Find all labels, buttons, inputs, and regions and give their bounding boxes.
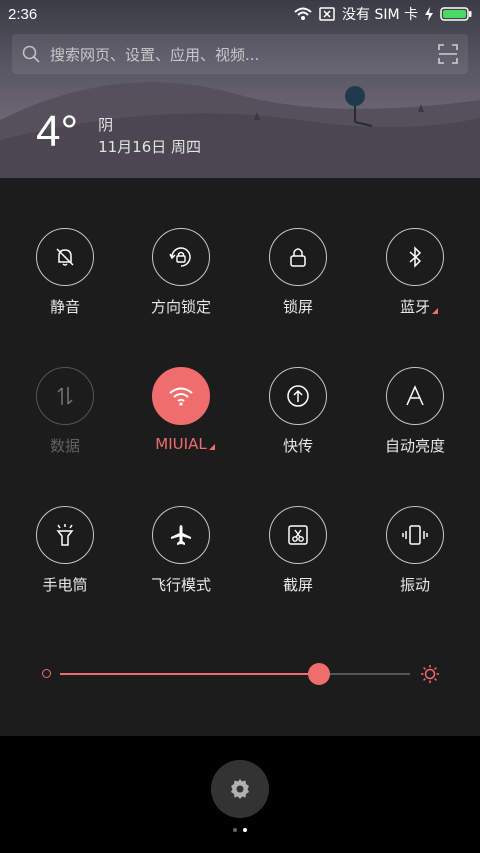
- toggle-quick-share-button[interactable]: [269, 367, 327, 425]
- toggle-mobile-data[interactable]: 数据: [15, 367, 115, 456]
- toggle-wifi[interactable]: MIUIAL: [131, 367, 231, 453]
- page-dot-active: [243, 828, 247, 832]
- toggle-rotation-lock-button[interactable]: [152, 228, 210, 286]
- expand-indicator: [208, 444, 215, 450]
- toggle-auto-brightness-button[interactable]: [386, 367, 444, 425]
- panel-footer: [0, 736, 480, 853]
- toggle-flashlight[interactable]: 手电筒: [15, 506, 115, 595]
- toggle-vibrate-label: 振动: [399, 576, 430, 594]
- brightness-fill: [60, 673, 319, 675]
- search-icon: [22, 45, 40, 63]
- weather-date: 11月16日 周四: [98, 138, 202, 156]
- toggle-bluetooth-text: 蓝牙: [399, 298, 430, 316]
- toggle-quick-share-label: 快传: [282, 437, 313, 455]
- toggle-bluetooth-button[interactable]: [386, 228, 444, 286]
- toggle-lock-screen-label: 锁屏: [282, 298, 313, 316]
- charging-icon: [425, 7, 433, 21]
- brightness-thumb[interactable]: [308, 663, 330, 685]
- page-dot: [233, 828, 237, 832]
- toggle-bluetooth[interactable]: 蓝牙: [365, 228, 465, 317]
- screenshot-icon: [288, 525, 308, 545]
- mobile-data-icon: [57, 387, 73, 405]
- rotation-lock-icon: [169, 247, 191, 267]
- notification-header: 2:36 没有 SIM 卡 搜索网页、设置、应用、视频... 4° 阴 11月1…: [0, 0, 480, 178]
- status-bar: 2:36 没有 SIM 卡: [0, 0, 480, 28]
- brightness-track[interactable]: [60, 663, 410, 685]
- expand-indicator: [432, 308, 438, 314]
- brightness-high-icon: [421, 665, 439, 683]
- toggle-screenshot-button[interactable]: [269, 506, 327, 564]
- quick-settings-panel: 静音 方向锁定 锁屏 蓝牙 数据 MIUIAL 快传 自动亮度 手电筒 飞行模式…: [0, 178, 480, 736]
- toggle-screenshot[interactable]: 截屏: [248, 506, 348, 595]
- toggle-flashlight-button[interactable]: [36, 506, 94, 564]
- weather-condition: 阴: [98, 116, 114, 134]
- bell-off-icon: [56, 248, 74, 266]
- weather-widget[interactable]: 4° 阴 11月16日 周四: [36, 108, 201, 158]
- toggle-mobile-data-label: 数据: [49, 437, 80, 455]
- toggle-auto-brightness-label: 自动亮度: [384, 437, 445, 455]
- toggle-lock-screen-button[interactable]: [269, 228, 327, 286]
- airplane-icon: [171, 525, 191, 545]
- bluetooth-icon: [409, 246, 422, 268]
- toggle-silent-label: 静音: [49, 298, 80, 316]
- search-input[interactable]: 搜索网页、设置、应用、视频...: [50, 44, 259, 65]
- gear-icon: [231, 779, 249, 799]
- scan-qr-icon[interactable]: [438, 44, 458, 64]
- upload-icon: [287, 385, 309, 407]
- wifi-icon: [169, 387, 193, 406]
- battery-icon: [440, 7, 472, 21]
- toggle-silent-button[interactable]: [36, 228, 94, 286]
- toggle-quick-share[interactable]: 快传: [248, 367, 348, 456]
- toggle-vibrate[interactable]: 振动: [365, 506, 465, 595]
- status-time: 2:36: [8, 5, 38, 23]
- toggle-wifi-button[interactable]: [152, 367, 210, 425]
- no-sim-icon: [319, 7, 335, 21]
- brightness-slider[interactable]: [40, 662, 440, 686]
- search-bar[interactable]: 搜索网页、设置、应用、视频...: [12, 34, 468, 74]
- toggle-mobile-data-button[interactable]: [36, 367, 94, 425]
- toggle-auto-brightness[interactable]: 自动亮度: [365, 367, 465, 456]
- weather-temperature: 4°: [36, 107, 79, 156]
- toggle-bluetooth-label: 蓝牙: [399, 296, 438, 317]
- lock-icon: [290, 248, 306, 267]
- flashlight-icon: [56, 524, 74, 546]
- toggle-wifi-network-name: MIUIAL: [155, 435, 207, 453]
- toggle-rotation-lock-label: 方向锁定: [150, 298, 211, 316]
- toggle-rotation-lock[interactable]: 方向锁定: [131, 228, 231, 317]
- auto-brightness-icon: [406, 385, 424, 406]
- vibrate-icon: [402, 525, 428, 545]
- carrier-text: 没有 SIM 卡: [342, 7, 418, 23]
- toggle-airplane-mode-label: 飞行模式: [150, 576, 211, 594]
- toggle-vibrate-button[interactable]: [386, 506, 444, 564]
- toggle-airplane-mode[interactable]: 飞行模式: [131, 506, 231, 595]
- page-indicator: [0, 828, 480, 832]
- settings-button[interactable]: [211, 760, 269, 818]
- toggle-wifi-label: MIUIAL: [155, 435, 215, 453]
- toggle-lock-screen[interactable]: 锁屏: [248, 228, 348, 317]
- wifi-status-icon: [294, 7, 312, 20]
- brightness-low-icon: [42, 669, 51, 678]
- toggle-flashlight-label: 手电筒: [42, 576, 88, 594]
- toggle-screenshot-label: 截屏: [282, 576, 313, 594]
- toggle-silent[interactable]: 静音: [15, 228, 115, 317]
- toggle-airplane-mode-button[interactable]: [152, 506, 210, 564]
